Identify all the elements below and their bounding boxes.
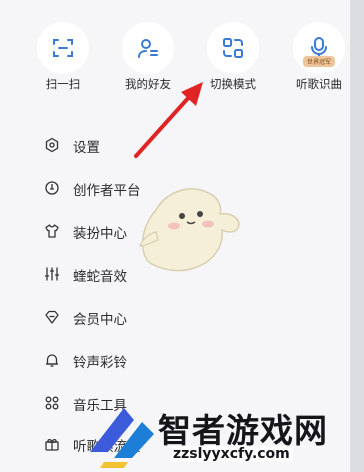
menu-item-label: 铃声彩铃 bbox=[73, 355, 127, 371]
menu-item-label: 装扮中心 bbox=[73, 226, 127, 242]
quick-action-label: 我的好友 bbox=[125, 77, 171, 91]
menu-item-vip[interactable]: 会员中心 bbox=[0, 302, 340, 332]
watermark-url: zzslyyxcfy.com bbox=[170, 446, 293, 462]
watermark: 智者游戏网 zzslyyxcfy.com bbox=[80, 398, 364, 472]
menu-item-label: 会员中心 bbox=[73, 312, 127, 328]
scan-icon bbox=[53, 39, 73, 57]
menu-item-label: 创作者平台 bbox=[73, 183, 141, 199]
friends-icon bbox=[138, 39, 158, 58]
champion-badge: 世界冠军 bbox=[302, 56, 336, 67]
friends-button[interactable] bbox=[122, 22, 174, 74]
bell-icon bbox=[46, 354, 58, 367]
gift-icon bbox=[45, 438, 59, 451]
mascot-illustration bbox=[139, 188, 240, 272]
watermark-logo-icon bbox=[90, 408, 154, 468]
quick-action-label: 扫一扫 bbox=[45, 77, 81, 91]
quick-action-scan[interactable]: 扫一扫 bbox=[28, 20, 98, 100]
menu-item-label: 设置 bbox=[73, 140, 100, 156]
watermark-title: 智者游戏网 bbox=[158, 411, 328, 450]
settings-icon bbox=[45, 137, 59, 153]
diamond-icon bbox=[45, 310, 59, 324]
grid-icon bbox=[45, 396, 59, 410]
recognize-song-button[interactable]: 世界冠军 bbox=[293, 22, 345, 74]
scan-button[interactable] bbox=[37, 22, 89, 74]
quick-action-label: 听歌识曲 bbox=[296, 77, 342, 91]
quick-action-friends[interactable]: 我的好友 bbox=[113, 20, 183, 100]
quick-action-switch-mode[interactable]: 切换模式 bbox=[198, 20, 268, 100]
shirt-icon bbox=[45, 224, 59, 238]
menu-item-label: 蝰蛇音效 bbox=[73, 269, 127, 285]
switch-mode-icon bbox=[223, 38, 243, 58]
quick-action-recognize-song[interactable]: 世界冠军 听歌识曲 bbox=[284, 20, 354, 100]
quick-action-label: 切换模式 bbox=[210, 77, 256, 91]
creator-icon bbox=[45, 181, 59, 195]
menu-item-ringtone[interactable]: 铃声彩铃 bbox=[0, 345, 340, 375]
quick-actions-row: 扫一扫 我的好友 切换模式 世界冠军 听歌识曲 bbox=[0, 20, 350, 100]
switch-mode-button[interactable] bbox=[207, 22, 259, 74]
equalizer-icon bbox=[44, 267, 60, 281]
menu-item-settings[interactable]: 设置 bbox=[0, 130, 340, 160]
